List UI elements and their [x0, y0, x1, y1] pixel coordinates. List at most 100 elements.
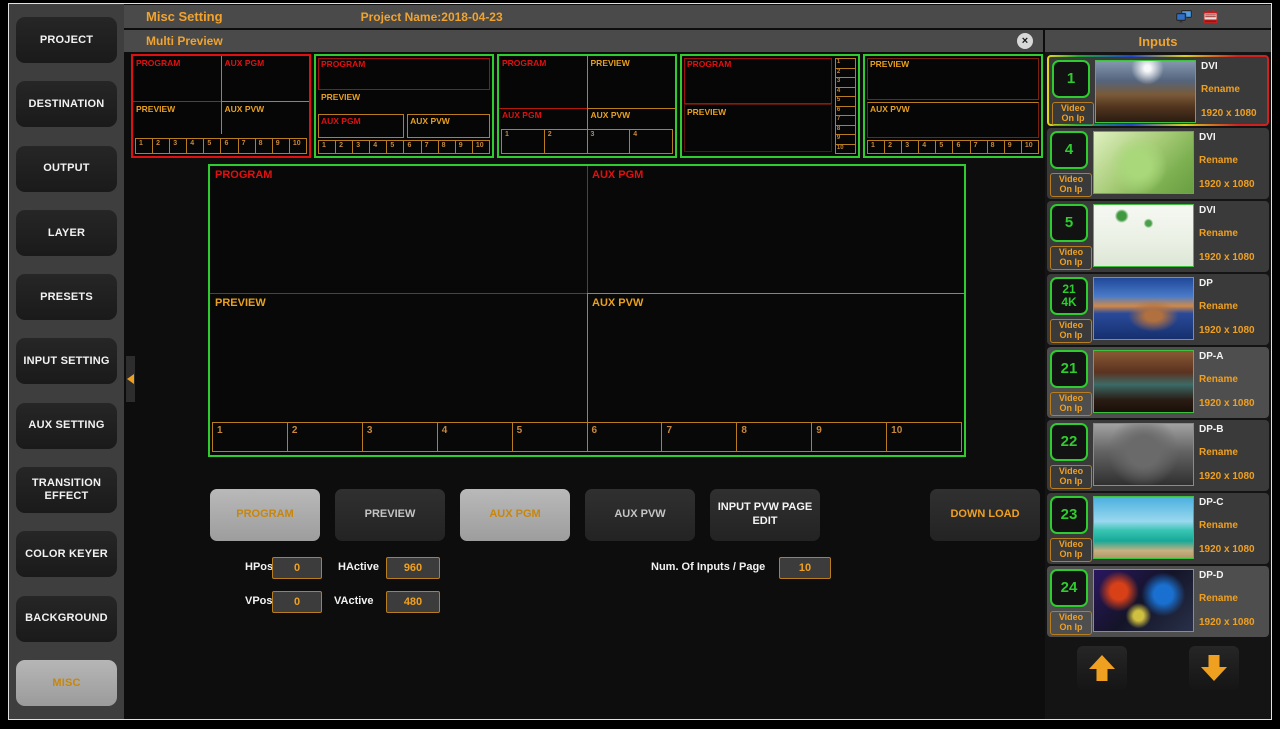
input-type: DP-D — [1199, 570, 1223, 581]
multiview-layout-5[interactable]: PREVIEW AUX PVW 12345678910 — [863, 54, 1043, 158]
tv-icon[interactable] — [1202, 9, 1219, 24]
input-rename-link[interactable]: Rename — [1199, 593, 1238, 604]
sidebar-button[interactable]: PRESETS — [16, 274, 117, 320]
input-type: DVI — [1201, 61, 1218, 72]
sidebar-button[interactable]: BACKGROUND — [16, 596, 117, 642]
video-on-ip-badge[interactable]: Video On Ip — [1050, 465, 1092, 489]
vactive-label: VActive — [334, 595, 374, 607]
misc-content: Multi Preview × PROGRAM AUX PGM PREVIEW … — [124, 30, 1043, 719]
sidebar-button[interactable]: AUX SETTING — [16, 403, 117, 449]
label-preview: PREVIEW — [215, 297, 266, 309]
sidebar-button[interactable]: PROJECT — [16, 17, 117, 63]
label-program: PROGRAM — [321, 59, 365, 69]
input-rename-link[interactable]: Rename — [1199, 228, 1238, 239]
sidebar-button[interactable]: OUTPUT — [16, 146, 117, 192]
multiview-preview[interactable]: PROGRAM AUX PGM PREVIEW AUX PVW 12345678… — [208, 164, 966, 457]
input-thumbnail[interactable] — [1095, 60, 1196, 123]
input-rename-link[interactable]: Rename — [1199, 374, 1238, 385]
aux-pgm-button[interactable]: AUX PGM — [460, 489, 570, 541]
sidebar-button[interactable]: MISC — [16, 660, 117, 706]
label-aux-pgm: AUX PGM — [321, 116, 361, 126]
video-on-ip-badge[interactable]: Video On Ip — [1050, 319, 1092, 343]
page-up-button[interactable] — [1077, 646, 1127, 690]
label-aux-pvw: AUX PVW — [410, 116, 450, 126]
input-resolution: 1920 x 1080 — [1199, 617, 1255, 628]
input-item[interactable]: 23 Video On Ip DP-C Rename 1 — [1047, 493, 1269, 564]
sidebar-button[interactable]: TRANSITION EFFECT — [16, 467, 117, 513]
sidebar-button[interactable]: INPUT SETTING — [16, 338, 117, 384]
page-strip: 1234 — [501, 129, 673, 154]
sidebar-button[interactable]: LAYER — [16, 210, 117, 256]
input-thumbnail[interactable] — [1093, 350, 1194, 413]
video-on-ip-badge[interactable]: Video On Ip — [1050, 611, 1092, 635]
input-number: 21 — [1050, 350, 1088, 388]
vpos-field[interactable]: 0 — [272, 591, 322, 613]
input-thumbnail[interactable] — [1093, 277, 1194, 340]
input-page-strip: 12345678910 — [212, 422, 962, 452]
aux-pvw-button[interactable]: AUX PVW — [585, 489, 695, 541]
video-on-ip-badge[interactable]: Video On Ip — [1050, 538, 1092, 562]
multiview-layout-1[interactable]: PROGRAM AUX PGM PREVIEW AUX PVW 12345678… — [131, 54, 311, 158]
input-item[interactable]: 22 Video On Ip DP-B Rename 1 — [1047, 420, 1269, 491]
label-preview: PREVIEW — [591, 58, 630, 68]
input-rename-link[interactable]: Rename — [1199, 301, 1238, 312]
input-rename-link[interactable]: Rename — [1199, 155, 1238, 166]
sidebar-collapse-handle[interactable] — [126, 356, 135, 402]
input-resolution: 1920 x 1080 — [1199, 252, 1255, 263]
input-thumbnail[interactable] — [1093, 204, 1194, 267]
video-on-ip-badge[interactable]: Video On Ip — [1050, 173, 1092, 197]
input-resolution: 1920 x 1080 — [1201, 108, 1257, 119]
sidebar-button-label: BACKGROUND — [25, 612, 108, 625]
sidebar-button-label: AUX SETTING — [28, 419, 104, 432]
close-icon[interactable]: × — [1017, 33, 1033, 49]
project-name: Project Name:2018-04-23 — [361, 10, 503, 24]
label-program: PROGRAM — [215, 169, 272, 181]
label-aux-pvw: AUX PVW — [225, 104, 265, 114]
input-pvw-page-edit-button[interactable]: INPUT PVW PAGE EDIT — [710, 489, 820, 541]
video-on-ip-badge[interactable]: Video On Ip — [1050, 246, 1092, 270]
label-preview: PREVIEW — [870, 59, 909, 69]
multiview-layout-4[interactable]: PROGRAM PREVIEW 12345678910 — [680, 54, 860, 158]
download-button[interactable]: DOWN LOAD — [930, 489, 1040, 541]
vactive-field[interactable]: 480 — [386, 591, 440, 613]
input-item[interactable]: 1 Video On Ip DVI Rename 192 — [1047, 55, 1269, 126]
preview-button[interactable]: PREVIEW — [335, 489, 445, 541]
input-type: DP — [1199, 278, 1213, 289]
input-thumbnail[interactable] — [1093, 423, 1194, 486]
input-type: DVI — [1199, 205, 1216, 216]
layout-thumbnails-row: PROGRAM AUX PGM PREVIEW AUX PVW 12345678… — [131, 54, 1043, 158]
sidebar-button-label: PROJECT — [40, 34, 93, 47]
hactive-field[interactable]: 960 — [386, 557, 440, 579]
input-resolution: 1920 x 1080 — [1199, 544, 1255, 555]
input-item[interactable]: 4 Video On Ip DVI Rename 192 — [1047, 128, 1269, 199]
input-item[interactable]: 24 Video On Ip DP-D Rename 1 — [1047, 566, 1269, 637]
multiview-layout-2[interactable]: PROGRAM PREVIEW AUX PGM AUX PVW 12345678… — [314, 54, 494, 158]
video-on-ip-badge[interactable]: Video On Ip — [1052, 102, 1094, 126]
input-thumbnail[interactable] — [1093, 131, 1194, 194]
input-rename-link[interactable]: Rename — [1201, 84, 1240, 95]
multiview-layout-3[interactable]: PROGRAM PREVIEW AUX PGM AUX PVW 1234 — [497, 54, 677, 158]
num-inputs-field[interactable]: 10 — [779, 557, 831, 579]
sidebar-button-label: OUTPUT — [43, 162, 89, 175]
input-thumbnail[interactable] — [1093, 496, 1194, 559]
titlebar: Misc Setting Project Name:2018-04-23 — [124, 5, 1271, 28]
page-strip: 12345678910 — [867, 140, 1039, 154]
program-button[interactable]: PROGRAM — [210, 489, 320, 541]
up-arrow-icon — [1086, 653, 1118, 683]
input-thumbnail[interactable] — [1093, 569, 1194, 632]
sidebar-button[interactable]: DESTINATION — [16, 81, 117, 127]
input-rename-link[interactable]: Rename — [1199, 447, 1238, 458]
hpos-field[interactable]: 0 — [272, 557, 322, 579]
input-item[interactable]: 5 Video On Ip DVI Rename 192 — [1047, 201, 1269, 272]
panel-title: Multi Preview — [146, 34, 223, 48]
inputs-panel-title: Inputs — [1045, 30, 1271, 52]
sidebar-button[interactable]: COLOR KEYER — [16, 531, 117, 577]
input-item[interactable]: 21 4K Video On Ip DP Rename 1 — [1047, 274, 1269, 345]
input-item[interactable]: 21 Video On Ip DP-A Rename 1 — [1047, 347, 1269, 418]
input-rename-link[interactable]: Rename — [1199, 520, 1238, 531]
dual-monitor-icon[interactable] — [1175, 9, 1193, 24]
page-down-button[interactable] — [1189, 646, 1239, 690]
sidebar-button-label: COLOR KEYER — [25, 548, 108, 561]
input-number: 21 4K — [1050, 277, 1088, 315]
video-on-ip-badge[interactable]: Video On Ip — [1050, 392, 1092, 416]
